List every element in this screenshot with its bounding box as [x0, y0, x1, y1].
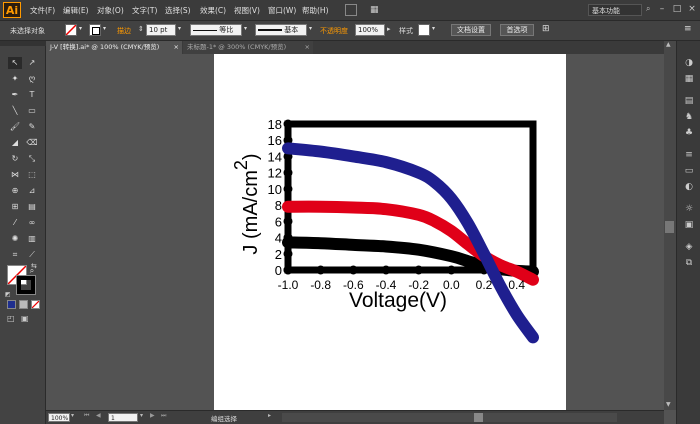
- next-artboard-icon[interactable]: ▶: [150, 412, 155, 419]
- x-axis-label: Voltage(V): [349, 289, 447, 312]
- zoom-field[interactable]: 100%: [48, 413, 70, 422]
- x-tick-label: 0.2: [476, 278, 493, 292]
- artboards-panel-icon[interactable]: ⧉: [682, 257, 696, 269]
- artboard-number-field[interactable]: 1: [108, 413, 138, 422]
- y-tick-label: 6: [275, 214, 282, 229]
- y-axis-label-close: ): [240, 153, 262, 160]
- x-tick-mark: [283, 265, 293, 275]
- y-tick-labels: 024 681012 141618: [268, 117, 282, 278]
- last-artboard-icon[interactable]: ⏭: [161, 412, 166, 420]
- y-axis-label-superscript: 2: [231, 160, 251, 170]
- y-tick-label: 14: [268, 149, 282, 164]
- y-tick-mark: [283, 184, 293, 194]
- y-tick-label: 8: [275, 198, 282, 213]
- status-bar: 100% ▾ ⏮ ◀ 1 ▾ ▶ ⏭ 编组选择 ▸: [46, 410, 664, 424]
- y-tick-label: 0: [275, 263, 282, 278]
- x-tick-mark: [348, 265, 358, 275]
- y-tick-label: 4: [275, 231, 282, 246]
- status-message: 编组选择: [211, 415, 237, 423]
- scroll-up-icon[interactable]: ▲: [666, 41, 671, 48]
- vertical-scrollbar[interactable]: ▲ ▼: [664, 41, 676, 410]
- y-tick-label: 12: [268, 166, 282, 181]
- horizontal-scrollbar[interactable]: [282, 413, 617, 422]
- chevron-down-icon[interactable]: ▾: [71, 412, 74, 419]
- swatches-panel-icon[interactable]: ▤: [682, 95, 696, 107]
- first-artboard-icon[interactable]: ⏮: [84, 412, 89, 420]
- y-tick-label: 18: [268, 117, 282, 132]
- stroke-panel-icon[interactable]: ≡: [682, 149, 696, 161]
- layers-panel-icon[interactable]: ◈: [682, 241, 696, 253]
- panel-dock: ◑ ▦ ▤ ♞ ♣ ≡ ▭ ◐ ☼ ▣ ◈ ⧉: [676, 41, 700, 424]
- chevron-right-icon[interactable]: ▸: [268, 412, 271, 419]
- x-tick-mark: [414, 265, 424, 275]
- color-guide-icon[interactable]: ▦: [682, 73, 696, 85]
- color-panel-icon[interactable]: ◑: [682, 57, 696, 69]
- symbols-panel-icon[interactable]: ♣: [682, 127, 696, 139]
- x-tick-label: 0.4: [508, 278, 525, 292]
- y-tick-mark: [283, 216, 293, 226]
- x-tick-mark: [316, 265, 326, 275]
- y-tick-label: 2: [275, 247, 282, 262]
- y-tick-mark: [283, 168, 293, 178]
- jv-chart[interactable]: 024681012141618 -1.0 -0.8 -0.6 -0.4 -0.2 0.0 0…: [0, 0, 700, 424]
- gradient-panel-icon[interactable]: ▭: [682, 165, 696, 177]
- chevron-down-icon[interactable]: ▾: [140, 412, 143, 419]
- graphic-styles-panel-icon[interactable]: ▣: [682, 219, 696, 231]
- scroll-thumb[interactable]: [665, 221, 674, 233]
- x-tick-mark: [381, 265, 391, 275]
- appearance-panel-icon[interactable]: ☼: [682, 203, 696, 215]
- y-axis-label: J (mA/cm2): [231, 153, 262, 254]
- y-tick-mark: [283, 119, 293, 129]
- x-tick-mark: [446, 265, 456, 275]
- y-axis-label-main: J (mA/cm: [240, 170, 262, 254]
- y-tick-label: 16: [268, 133, 282, 148]
- y-tick-mark: [283, 249, 293, 259]
- brushes-panel-icon[interactable]: ♞: [682, 111, 696, 123]
- previous-artboard-icon[interactable]: ◀: [96, 412, 101, 419]
- scroll-down-icon[interactable]: ▼: [666, 401, 671, 408]
- y-tick-label: 10: [268, 182, 282, 197]
- x-tick-label: -1.0: [278, 278, 299, 292]
- horizontal-scroll-thumb[interactable]: [474, 413, 483, 422]
- transparency-panel-icon[interactable]: ◐: [682, 181, 696, 193]
- x-tick-label: -0.8: [310, 278, 331, 292]
